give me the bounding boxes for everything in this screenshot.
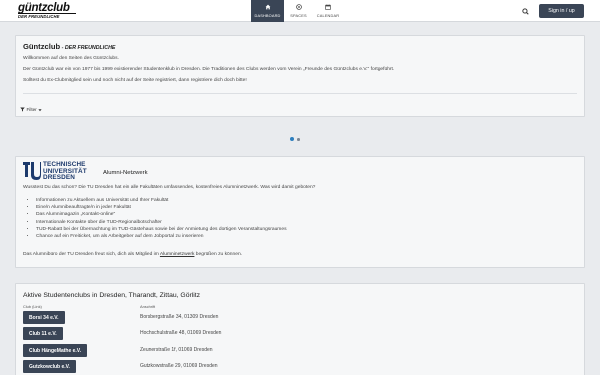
page-title: Güntzclub - DER FREUNDLICHE xyxy=(23,42,115,51)
nav-calendar[interactable]: CALENDAR xyxy=(313,0,343,22)
club-link-button[interactable]: Club 11 e.V. xyxy=(23,327,63,340)
list-item: Chance auf ein Freiticket, um als Arbeit… xyxy=(36,233,287,240)
table-row: Club 11 e.V. Hochschulstraße 48, 01069 D… xyxy=(23,327,323,340)
nav-calendar-label: CALENDAR xyxy=(316,13,340,18)
nav-spaces-label: SPACES xyxy=(290,13,307,18)
list-item: Das Alumnimagazin „Kontakt-online" xyxy=(36,211,287,218)
search-icon xyxy=(521,7,529,15)
alumni-network-link[interactable]: Alumninetzwerk xyxy=(160,252,195,257)
calendar-icon xyxy=(325,4,331,13)
welcome-card: Güntzclub - DER FREUNDLICHE Willkommen a… xyxy=(15,35,585,117)
filter-icon xyxy=(20,107,25,112)
list-item: TUD-Rabatt bei der Übernachtung im TUD-G… xyxy=(36,226,287,233)
table-row: Borsi 34 e.V. Borsbergstraße 34, 01309 D… xyxy=(23,311,323,324)
club-address: Gutzkowstraße 29, 01069 Dresden xyxy=(140,363,218,369)
filter-label: Filter xyxy=(26,107,37,112)
alumni-benefits-list: Informationen zu Aktuellem aus Universit… xyxy=(36,197,287,240)
alumni-card: TECHNISCHE UNIVERSITÄT DRESDEN Alumni-Ne… xyxy=(15,156,585,268)
sign-in-button[interactable]: Sign in / up xyxy=(539,4,584,18)
carousel-dot[interactable] xyxy=(297,138,300,141)
search-button[interactable] xyxy=(519,5,531,17)
carousel-dot-active[interactable] xyxy=(290,137,294,141)
tu-dresden-mark-icon xyxy=(23,162,41,180)
page-title-main: Güntzclub xyxy=(23,42,61,51)
club-link-button[interactable]: Club HängeMathe e.V. xyxy=(23,344,88,357)
target-icon xyxy=(295,4,302,13)
column-header-address: Anschrift xyxy=(140,304,156,309)
clubs-title: Aktive Studentenclubs in Dresden, Tharan… xyxy=(23,292,201,299)
list-item: Informationen zu Aktuellem aus Universit… xyxy=(36,197,287,204)
club-address: Hochschulstraße 48, 01069 Dresden xyxy=(140,330,222,336)
nav-dashboard-label: DASHBOARD xyxy=(254,13,281,18)
home-icon xyxy=(265,4,271,13)
alumni-intro: Wusstest Du das schon? Die TU Dresden ha… xyxy=(23,185,316,190)
club-link-button[interactable]: Borsi 34 e.V. xyxy=(23,311,65,324)
alumni-outro-end: begrüßen zu können. xyxy=(194,252,243,257)
alumni-outro: Das Alumnibüro der TU Dresden freut sich… xyxy=(23,252,242,257)
logo-title: güntzclub xyxy=(18,2,70,14)
site-logo[interactable]: güntzclub DER FREUNDLICHE xyxy=(18,2,76,19)
tu-logo-line3: DRESDEN xyxy=(43,174,75,181)
club-address: Zeunerstraße 1f, 01069 Dresden xyxy=(140,347,213,353)
alumni-title: Alumni-Netzwerk xyxy=(103,170,148,176)
club-address: Borsbergstraße 34, 01309 Dresden xyxy=(140,314,219,320)
welcome-text-1: Willkommen auf den Seiten des Güntzclubs… xyxy=(23,56,119,61)
nav-spaces[interactable]: SPACES xyxy=(286,0,311,22)
list-item: Internationale Kontakte über die TUD-Reg… xyxy=(36,219,287,226)
nav-dashboard[interactable]: DASHBOARD xyxy=(251,0,284,22)
welcome-text-3: Solltest du Ex-Clubmitglied sein und noc… xyxy=(23,78,247,83)
divider xyxy=(23,93,577,94)
tu-dresden-logo: TECHNISCHE UNIVERSITÄT DRESDEN xyxy=(23,161,103,184)
club-link-button[interactable]: Gutzkowclub e.V. xyxy=(23,360,76,373)
alumni-outro-text: Das Alumnibüro der TU Dresden freut sich… xyxy=(23,252,160,257)
clubs-card: Aktive Studentenclubs in Dresden, Tharan… xyxy=(15,283,585,375)
welcome-text-2: Der Güntzclub war ein von 1977 bis 1999 … xyxy=(23,67,395,72)
page-title-sub: - DER FREUNDLICHE xyxy=(60,45,116,51)
table-row: Gutzkowclub e.V. Gutzkowstraße 29, 01069… xyxy=(23,360,323,373)
filter-dropdown[interactable]: Filter xyxy=(20,107,42,112)
table-row: Club HängeMathe e.V. Zeunerstraße 1f, 01… xyxy=(23,344,323,357)
list-item: Eine/n Alumnibeauftragte/n in jeder Faku… xyxy=(36,204,287,211)
top-navbar: güntzclub DER FREUNDLICHE DASHBOARD SPAC… xyxy=(0,0,600,22)
column-header-club: Club (Link) xyxy=(23,304,42,309)
caret-down-icon xyxy=(38,108,42,111)
